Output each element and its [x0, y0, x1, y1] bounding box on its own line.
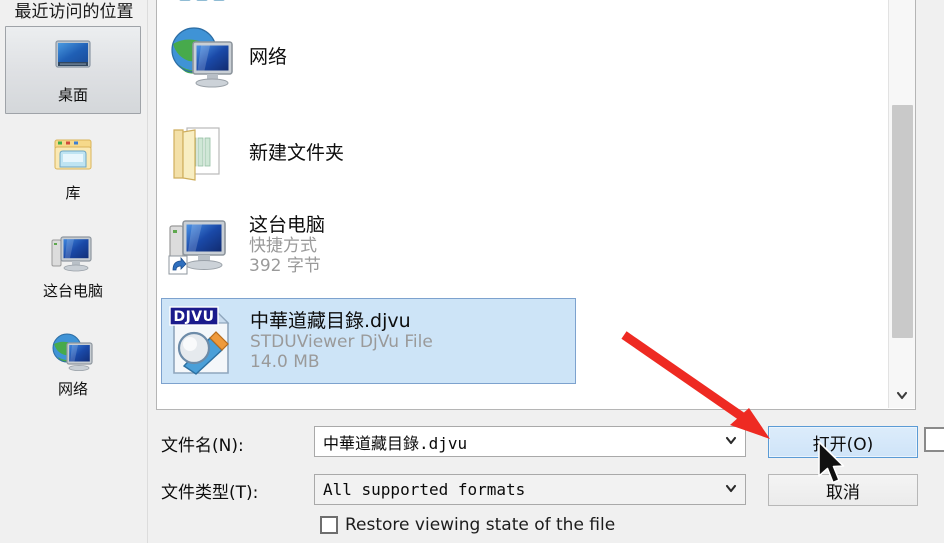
- partial-scrolled-icon: [165, 0, 239, 8]
- folder-icon: [165, 116, 239, 190]
- places-item-label: 库: [65, 183, 81, 202]
- list-item-name: 中華道藏目錄.djvu: [250, 309, 411, 332]
- network-icon: [47, 330, 99, 375]
- chevron-down-icon[interactable]: [717, 481, 745, 499]
- clipped-edge-control[interactable]: [924, 427, 944, 452]
- places-item-recent-places[interactable]: 最近访问的位置: [0, 0, 148, 22]
- svg-text:DJVU: DJVU: [173, 309, 214, 325]
- list-item-size: 392 字节: [249, 256, 321, 277]
- cancel-button[interactable]: 取消: [768, 474, 918, 506]
- list-item-text: 新建文件夹: [249, 142, 344, 164]
- open-button[interactable]: 打开(O): [768, 426, 918, 458]
- list-item-name: 新建文件夹: [249, 141, 345, 164]
- restore-viewing-state-label: Restore viewing state of the file: [345, 515, 616, 535]
- list-item[interactable]: 这台电脑 快捷方式 392 字节: [161, 202, 576, 288]
- djvu-file-icon: DJVU: [166, 304, 240, 378]
- filetype-value: All supported formats: [323, 480, 526, 499]
- filetype-label: 文件类型(T):: [161, 483, 259, 503]
- scrollbar-thumb[interactable]: [892, 105, 913, 338]
- places-item-label: 桌面: [57, 85, 88, 104]
- computer-icon: [47, 232, 99, 277]
- chevron-down-icon[interactable]: [717, 433, 745, 451]
- network-icon: [165, 20, 239, 94]
- list-item-text: 中華道藏目錄.djvu STDUViewer DjVu File 14.0 MB: [250, 310, 433, 373]
- places-item-this-pc[interactable]: 这台电脑: [5, 222, 141, 310]
- list-item[interactable]: 新建文件夹: [161, 110, 576, 196]
- list-item-name: 网络: [249, 45, 288, 68]
- list-item-type: 快捷方式: [249, 236, 317, 257]
- list-item-type: STDUViewer DjVu File: [250, 332, 433, 353]
- list-item-size: 14.0 MB: [250, 352, 320, 373]
- filename-input[interactable]: 中華道藏目錄.djvu: [315, 430, 717, 454]
- file-list-scrollbar[interactable]: [888, 0, 915, 408]
- file-open-dialog: 最近访问的位置 桌面 库 这台电脑 网络 网络 新建文件夹 这台电脑 快捷方式 …: [0, 0, 944, 543]
- places-item-network[interactable]: 网络: [5, 320, 141, 408]
- restore-viewing-state-checkbox[interactable]: [320, 516, 338, 534]
- desktop-icon: [47, 36, 99, 81]
- scrollbar-down-arrow[interactable]: [889, 382, 915, 408]
- places-item-label: 网络: [57, 379, 88, 398]
- places-item-label: 这台电脑: [42, 281, 103, 300]
- list-item-name: 这台电脑: [249, 213, 326, 236]
- list-item[interactable]: DJVU 中華道藏目錄.djvu STDUViewer DjVu File 14…: [161, 298, 576, 384]
- filename-combobox[interactable]: 中華道藏目錄.djvu: [314, 426, 746, 457]
- places-item-desktop[interactable]: 桌面: [5, 26, 141, 114]
- computer-shortcut-icon: [165, 208, 239, 282]
- library-icon: [47, 134, 99, 179]
- filename-label: 文件名(N):: [161, 436, 244, 456]
- list-item-text: 网络: [249, 46, 287, 68]
- places-item-libraries[interactable]: 库: [5, 124, 141, 212]
- places-sidebar: 最近访问的位置 桌面 库 这台电脑 网络: [0, 0, 148, 543]
- file-list-pane[interactable]: 网络 新建文件夹 这台电脑 快捷方式 392 字节 DJVU 中華道藏目錄.dj…: [156, 0, 916, 410]
- list-item-text: 这台电脑 快捷方式 392 字节: [249, 214, 325, 277]
- restore-viewing-state-checkbox-row[interactable]: Restore viewing state of the file: [320, 515, 615, 535]
- list-item[interactable]: 网络: [161, 14, 576, 100]
- filetype-combobox[interactable]: All supported formats: [314, 474, 746, 505]
